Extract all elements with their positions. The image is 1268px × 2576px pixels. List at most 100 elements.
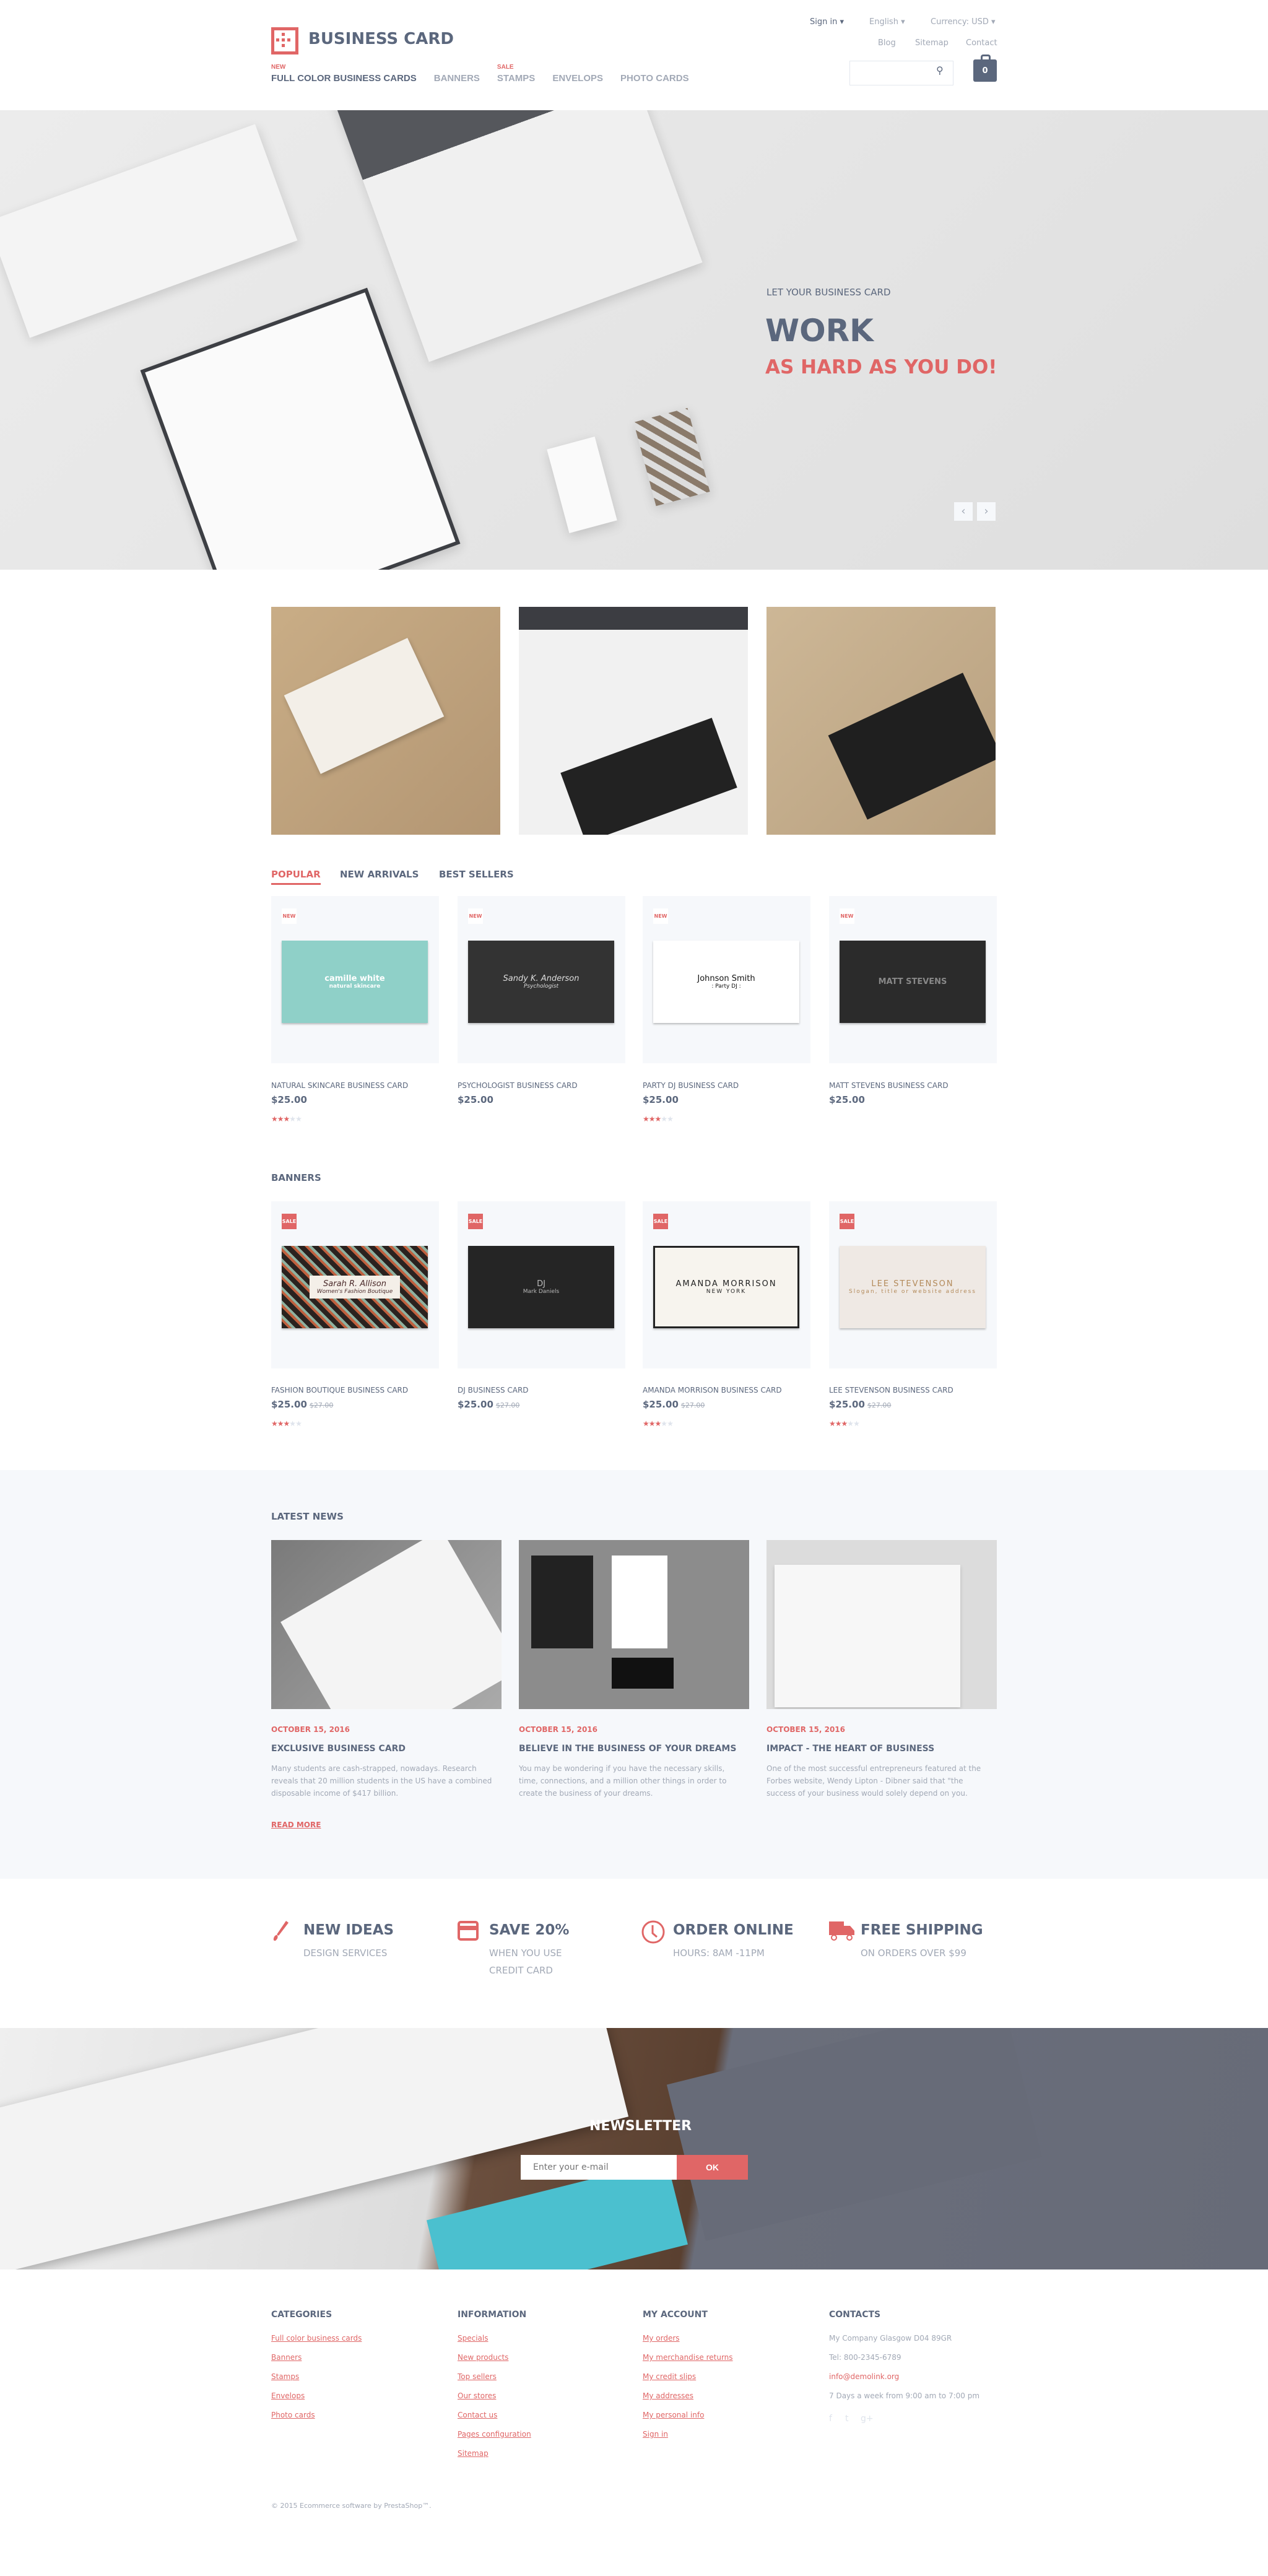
feature-title: SAVE 20% [489, 1922, 570, 1938]
product-price: $25.00 $27.00 [458, 1399, 519, 1410]
newsletter-submit-button[interactable]: OK [677, 2155, 748, 2180]
business-card-image [633, 407, 710, 507]
footer-link[interactable]: My addresses [643, 2391, 693, 2400]
star-icon: ★ [295, 1419, 302, 1428]
promo-banner-3[interactable] [766, 607, 996, 835]
brush-icon [271, 1920, 290, 1944]
feature-subtitle: HOURS: 8AM -11PM [673, 1947, 765, 1959]
tab-new-arrivals[interactable]: NEW ARRIVALS [340, 869, 419, 880]
footer-link[interactable]: Full color business cards [271, 2334, 362, 2343]
product-image[interactable]: MATT STEVENS [840, 941, 986, 1023]
contact-address: My Company Glasgow D04 89GR [829, 2334, 952, 2343]
currency-dropdown[interactable]: Currency: USD ▾ [931, 17, 996, 27]
product-image[interactable]: camille white natural skincare [282, 941, 428, 1023]
nav-stamps[interactable]: SALE STAMPS [497, 64, 535, 84]
nav-banners[interactable]: BANNERS [434, 73, 480, 84]
twitter-icon[interactable]: t [845, 2414, 849, 2424]
product-name[interactable]: MATT STEVENS BUSINESS CARD [829, 1081, 949, 1090]
contact-email[interactable]: info@demolink.org [829, 2372, 899, 2381]
nav-envelops[interactable]: ENVELOPS [552, 73, 603, 84]
product-card[interactable]: SALE Sarah R. Allison Women's Fashion Bou… [271, 1201, 439, 1368]
sitemap-link[interactable]: Sitemap [915, 38, 949, 48]
product-image[interactable]: Sandy K. Anderson Psychologist [468, 941, 614, 1023]
product-card[interactable]: SALE AMANDA MORRISON NEW YORK [643, 1201, 810, 1368]
search-icon[interactable]: ⚲ [936, 64, 944, 76]
read-more-link[interactable]: READ MORE [271, 1821, 321, 1829]
product-card[interactable]: NEW camille white natural skincare [271, 896, 439, 1063]
footer-categories-heading: CATEGORIES [271, 2310, 332, 2320]
nav-badge-new: NEW [271, 64, 286, 71]
footer-link[interactable]: Our stores [458, 2391, 496, 2400]
google-plus-icon[interactable]: g+ [861, 2414, 874, 2424]
footer-link[interactable]: New products [458, 2353, 508, 2362]
product-name[interactable]: FASHION BOUTIQUE BUSINESS CARD [271, 1386, 408, 1395]
rating-stars: ★★★★★ [829, 1419, 860, 1428]
product-image-text: Johnson Smith [697, 974, 755, 983]
product-card[interactable]: NEW MATT STEVENS [829, 896, 997, 1063]
news-title[interactable]: EXCLUSIVE BUSINESS CARD [271, 1744, 406, 1754]
product-price: $25.00 [829, 1094, 865, 1105]
promo-banner-1[interactable] [271, 607, 500, 835]
footer-link[interactable]: Specials [458, 2334, 489, 2343]
blog-link[interactable]: Blog [878, 38, 896, 48]
nav-label: FULL COLOR BUSINESS CARDS [271, 73, 417, 84]
product-card[interactable]: NEW Johnson Smith: Party DJ : [643, 896, 810, 1063]
product-image[interactable]: DJ Mark Daniels [468, 1246, 614, 1328]
product-card[interactable]: SALE DJ Mark Daniels [458, 1201, 625, 1368]
product-badge: SALE [282, 1214, 297, 1229]
news-image-2[interactable] [519, 1540, 749, 1709]
news-image-3[interactable] [766, 1540, 997, 1709]
slider-prev-button[interactable]: ‹ [954, 502, 973, 521]
product-image[interactable]: Sarah R. Allison Women's Fashion Boutique [282, 1246, 428, 1328]
footer-link[interactable]: Sitemap [458, 2449, 489, 2458]
footer-link[interactable]: My merchandise returns [643, 2353, 733, 2362]
product-name[interactable]: LEE STEVENSON BUSINESS CARD [829, 1386, 953, 1395]
product-badge: NEW [840, 908, 854, 924]
footer-link[interactable]: Stamps [271, 2372, 299, 2381]
star-icon: ★ [643, 1115, 649, 1123]
nav-photo-cards[interactable]: PHOTO CARDS [620, 73, 689, 84]
product-card[interactable]: SALE LEE STEVENSON Slogan, title or websi… [829, 1201, 997, 1368]
nav-badge-sale: SALE [497, 64, 514, 71]
news-image-1[interactable] [271, 1540, 502, 1709]
product-name[interactable]: NATURAL SKINCARE BUSINESS CARD [271, 1081, 408, 1090]
news-title[interactable]: IMPACT - THE HEART OF BUSINESS [766, 1744, 934, 1754]
footer-link[interactable]: Banners [271, 2353, 302, 2362]
product-name[interactable]: DJ BUSINESS CARD [458, 1386, 529, 1395]
product-image[interactable]: AMANDA MORRISON NEW YORK [653, 1246, 799, 1328]
facebook-icon[interactable]: f [829, 2414, 832, 2424]
nav-full-color-business-cards[interactable]: NEW FULL COLOR BUSINESS CARDS [271, 64, 417, 84]
logo-text[interactable]: BUSINESS CARD [308, 30, 454, 48]
footer-link[interactable]: Sign in [643, 2430, 668, 2439]
logo-icon[interactable] [271, 27, 298, 54]
footer-link[interactable]: Contact us [458, 2411, 497, 2419]
star-icon: ★ [277, 1419, 284, 1428]
footer-link[interactable]: Pages configuration [458, 2430, 531, 2439]
product-card[interactable]: NEW Sandy K. Anderson Psychologist [458, 896, 625, 1063]
language-dropdown[interactable]: English ▾ [869, 17, 905, 27]
product-image-subtext: NEW YORK [706, 1289, 747, 1295]
product-name[interactable]: PSYCHOLOGIST BUSINESS CARD [458, 1081, 578, 1090]
contact-link[interactable]: Contact [966, 38, 997, 48]
product-name[interactable]: PARTY DJ BUSINESS CARD [643, 1081, 739, 1090]
tab-popular[interactable]: POPULAR [271, 869, 321, 885]
product-price: $25.00 $27.00 [643, 1399, 705, 1410]
footer-link[interactable]: My personal info [643, 2411, 704, 2419]
product-image[interactable]: Johnson Smith: Party DJ : [653, 941, 799, 1023]
star-icon: ★ [648, 1115, 656, 1123]
footer-link[interactable]: Top sellers [458, 2372, 497, 2381]
sign-in-dropdown[interactable]: Sign in ▾ [810, 17, 844, 27]
tab-best-sellers[interactable]: BEST SELLERS [439, 869, 514, 880]
footer-link[interactable]: My orders [643, 2334, 680, 2343]
news-title[interactable]: BELIEVE IN THE BUSINESS OF YOUR DREAMS [519, 1744, 736, 1754]
cart-button[interactable]: 0 [973, 54, 997, 82]
slider-next-button[interactable]: › [977, 502, 996, 521]
newsletter-email-input[interactable] [521, 2155, 677, 2180]
product-badge: NEW [653, 908, 668, 924]
promo-banner-2[interactable] [519, 607, 748, 835]
footer-link[interactable]: Envelops [271, 2391, 305, 2400]
product-name[interactable]: AMANDA MORRISON BUSINESS CARD [643, 1386, 782, 1395]
footer-link[interactable]: Photo cards [271, 2411, 315, 2419]
product-image[interactable]: LEE STEVENSON Slogan, title or website ad… [840, 1246, 986, 1328]
footer-link[interactable]: My credit slips [643, 2372, 696, 2381]
